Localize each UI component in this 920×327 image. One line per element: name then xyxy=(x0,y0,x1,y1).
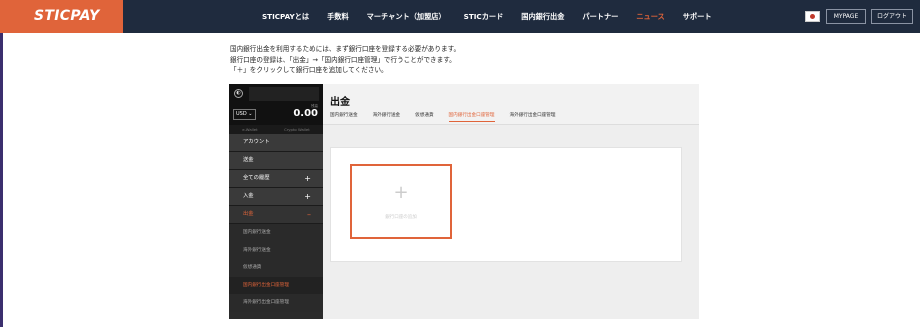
sidebar-menu-label: 入金 xyxy=(243,193,254,199)
page-title: 出金 xyxy=(330,97,350,108)
sticpay-logo[interactable]: STICPAY xyxy=(0,0,123,33)
wallet-tabs: e-Wallet Crypto Wallet xyxy=(229,125,323,134)
sidebar-menu-label: 全ての履歴 xyxy=(243,175,270,181)
sidebar-menu-label: アカウント xyxy=(243,139,270,145)
top-navigation-bar: STICPAY STICPAYとは 手数料 マーチャント（加盟店） STICカード 国内… xyxy=(0,0,920,33)
nav-item[interactable]: 国内銀行出金 xyxy=(521,12,564,22)
withdraw-tabs: 国内銀行送金 海外銀行送金 仮想通貨 国内銀行出金口座管理 海外銀行出金口座管理 xyxy=(330,112,570,122)
withdraw-tab[interactable]: 仮想通貨 xyxy=(415,112,433,122)
nav-item[interactable]: STICPAYとは xyxy=(262,12,309,22)
plus-icon[interactable]: + xyxy=(304,170,311,187)
plus-icon: + xyxy=(393,182,409,203)
main-header: 出金 国内銀行送金 海外銀行送金 仮想通貨 国内銀行出金口座管理 海外銀行出金口座管理 xyxy=(323,84,699,125)
sidebar-submenu-item[interactable]: 仮想通貨 xyxy=(229,259,323,277)
sidebar-menu-item[interactable]: 出金 – xyxy=(229,206,323,224)
window-edge-strip xyxy=(0,33,3,327)
minus-icon[interactable]: – xyxy=(307,206,311,223)
nav-item[interactable]: サポート xyxy=(683,12,712,22)
sidebar-menu-label: 出金 xyxy=(243,211,254,217)
wallet-tab[interactable]: Crypto Wallet xyxy=(284,127,310,132)
add-bank-account-label: 銀行口座の追加 xyxy=(385,215,417,220)
instructions-text: 国内銀行出金を利用するためには、まず銀行口座を登録する必要があります。 銀行口座… xyxy=(230,44,460,76)
main-nav: STICPAYとは 手数料 マーチャント（加盟店） STICカード 国内銀行出金 パートナ… xyxy=(262,0,730,33)
sidebar-submenu-item[interactable]: 海外銀行送金 xyxy=(229,241,323,259)
sidebar-menu-item[interactable]: 入金 + xyxy=(229,188,323,206)
sidebar-submenu-item[interactable]: 海外銀行出金口座管理 xyxy=(229,294,323,312)
withdraw-tab[interactable]: 国内銀行出金口座管理 xyxy=(448,112,495,122)
nav-item[interactable]: マーチャント（加盟店） xyxy=(367,12,446,22)
currency-value: USD xyxy=(236,111,247,117)
nav-item[interactable]: STICカード xyxy=(464,12,504,22)
instruction-line: 「＋」をクリックして銀行口座を追加してください。 xyxy=(230,66,388,74)
sidebar: ◐ USD ⌄ 残高 0.00 e-Wallet Crypto Wallet ア… xyxy=(229,84,323,319)
plus-icon[interactable]: + xyxy=(304,188,311,205)
example-screenshot: ◐ USD ⌄ 残高 0.00 e-Wallet Crypto Wallet ア… xyxy=(229,84,699,319)
withdraw-tab[interactable]: 海外銀行送金 xyxy=(373,112,401,122)
mypage-button[interactable]: MYPAGE xyxy=(826,9,866,24)
nav-item[interactable]: ニュース xyxy=(636,12,664,22)
japan-flag-icon[interactable] xyxy=(805,11,820,22)
withdraw-tab[interactable]: 海外銀行出金口座管理 xyxy=(510,112,556,122)
withdraw-tab[interactable]: 国内銀行送金 xyxy=(330,112,358,122)
sidebar-submenu: 国内銀行送金 海外銀行送金 仮想通貨 国内銀行出金口座管理 海外銀行出金口座管理 xyxy=(229,224,323,312)
main-content: 出金 国内銀行送金 海外銀行送金 仮想通貨 国内銀行出金口座管理 海外銀行出金口座管理 … xyxy=(323,84,699,319)
nav-item[interactable]: 手数料 xyxy=(327,12,349,22)
sidebar-balance-area: ◐ USD ⌄ 残高 0.00 xyxy=(229,84,323,125)
instruction-line: 国内銀行出金を利用するためには、まず銀行口座を登録する必要があります。 xyxy=(230,45,461,53)
info-icon: ◐ xyxy=(234,89,243,98)
add-bank-account-button[interactable]: + 銀行口座の追加 xyxy=(350,164,452,239)
currency-select[interactable]: USD ⌄ xyxy=(233,109,256,120)
logout-button[interactable]: ログアウト xyxy=(871,9,913,24)
sidebar-top-bar xyxy=(249,87,319,101)
sidebar-menu-label: 送金 xyxy=(243,157,254,163)
sidebar-submenu-item[interactable]: 国内銀行出金口座管理 xyxy=(229,276,323,294)
account-panel: + 銀行口座の追加 xyxy=(330,147,682,262)
sidebar-menu-item[interactable]: アカウント xyxy=(229,134,323,152)
nav-item[interactable]: パートナー xyxy=(582,12,618,22)
balance-value: 0.00 xyxy=(293,108,318,119)
sidebar-menu-item[interactable]: 送金 xyxy=(229,152,323,170)
sidebar-submenu-item[interactable]: 国内銀行送金 xyxy=(229,224,323,242)
instruction-line: 銀行口座の登録は、「出金」→「国内銀行口座管理」で行うことができます。 xyxy=(230,55,456,64)
sidebar-menu-item[interactable]: 全ての履歴 + xyxy=(229,170,323,188)
wallet-tab[interactable]: e-Wallet xyxy=(242,127,257,132)
sidebar-menu: アカウント送金全ての履歴 + 入金 + 出金 – xyxy=(229,134,323,224)
